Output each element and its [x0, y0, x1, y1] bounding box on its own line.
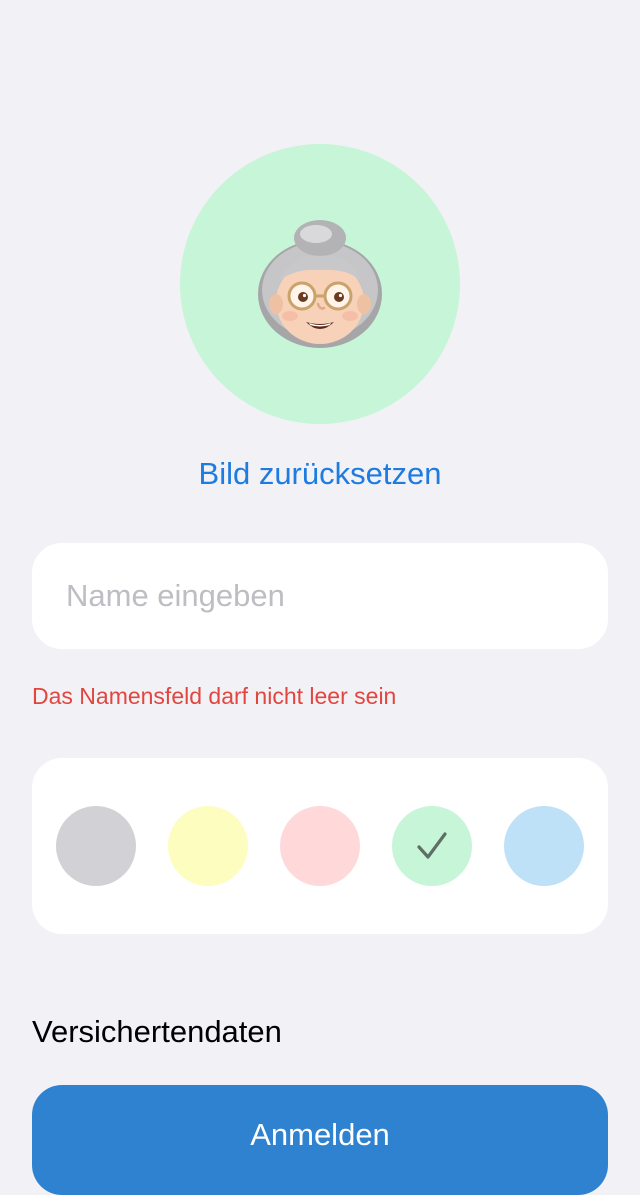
color-swatch-green[interactable]: [392, 806, 472, 886]
grandmother-memoji-icon: [258, 220, 382, 348]
name-field[interactable]: [32, 543, 608, 649]
avatar-circle: [180, 144, 460, 424]
color-swatch-pink[interactable]: [280, 806, 360, 886]
color-swatch-yellow[interactable]: [168, 806, 248, 886]
name-error-message: Das Namensfeld darf nicht leer sein: [32, 683, 397, 709]
color-swatch-gray[interactable]: [56, 806, 136, 886]
name-input[interactable]: [64, 577, 576, 615]
color-picker-card: [32, 758, 608, 934]
color-swatch-blue[interactable]: [504, 806, 584, 886]
section-title-insurance-data: Versichertendaten: [32, 1014, 282, 1049]
checkmark-icon: [417, 832, 447, 859]
reset-image-link[interactable]: Bild zurücksetzen: [0, 452, 640, 496]
login-button[interactable]: Anmelden: [32, 1085, 608, 1195]
